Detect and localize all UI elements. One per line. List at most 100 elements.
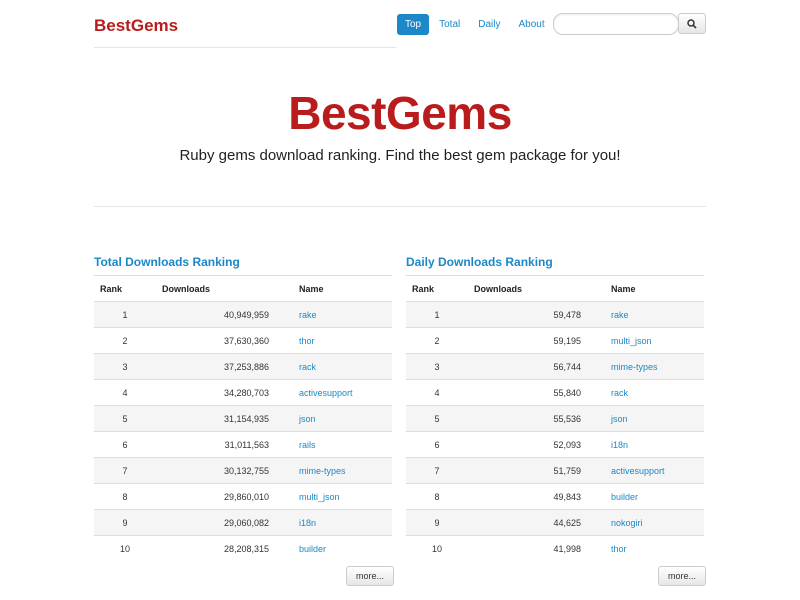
table-header-row: Rank Downloads Name xyxy=(94,275,392,302)
downloads-cell: 59,195 xyxy=(468,327,611,354)
rank-cell: 8 xyxy=(406,483,468,510)
downloads-cell: 55,536 xyxy=(468,405,611,432)
total-ranking-body: 1 40,949,959 rake 2 37,630,360 thor 3 37,253,88… xyxy=(94,301,392,561)
gem-name-link[interactable]: i18n xyxy=(611,431,704,458)
rank-cell: 7 xyxy=(406,457,468,484)
gem-name-link[interactable]: i18n xyxy=(299,509,392,536)
table-row: 7 51,759 activesupport xyxy=(406,457,704,484)
table-header-row: Rank Downloads Name xyxy=(406,275,704,302)
gem-name-link[interactable]: builder xyxy=(611,483,704,510)
rank-cell: 3 xyxy=(406,353,468,380)
header-divider xyxy=(94,47,396,48)
rank-cell: 2 xyxy=(406,327,468,354)
downloads-cell: 41,998 xyxy=(468,535,611,561)
downloads-cell: 49,843 xyxy=(468,483,611,510)
gem-name-link[interactable]: activesupport xyxy=(611,457,704,484)
rank-cell: 9 xyxy=(94,509,156,536)
downloads-cell: 44,625 xyxy=(468,509,611,536)
daily-ranking-title: Daily Downloads Ranking xyxy=(406,255,553,269)
gem-name-link[interactable]: rake xyxy=(299,301,392,328)
total-more-button[interactable]: more... xyxy=(346,566,394,586)
rank-cell: 5 xyxy=(406,405,468,432)
table-row: 9 29,060,082 i18n xyxy=(94,509,392,536)
top-nav: Top Total Daily About xyxy=(397,14,555,35)
rank-cell: 10 xyxy=(94,535,156,561)
daily-ranking-panel: Daily Downloads Ranking Rank Downloads N… xyxy=(406,253,704,561)
gem-name-link[interactable]: thor xyxy=(611,535,704,561)
table-row: 10 41,998 thor xyxy=(406,535,704,561)
table-row: 5 55,536 json xyxy=(406,405,704,432)
downloads-cell: 55,840 xyxy=(468,379,611,406)
table-row: 10 28,208,315 builder xyxy=(94,535,392,561)
gem-name-link[interactable]: activesupport xyxy=(299,379,392,406)
downloads-cell: 29,060,082 xyxy=(156,509,299,536)
gem-name-link[interactable]: rack xyxy=(299,353,392,380)
downloads-cell: 37,630,360 xyxy=(156,327,299,354)
nav-daily[interactable]: Daily xyxy=(470,14,508,35)
rank-cell: 6 xyxy=(406,431,468,458)
brand-logo[interactable]: BestGems xyxy=(94,16,178,36)
hero-divider xyxy=(94,206,706,207)
rank-cell: 8 xyxy=(94,483,156,510)
hero-title: BestGems xyxy=(288,87,512,139)
gem-name-link[interactable]: multi_json xyxy=(611,327,704,354)
nav-about[interactable]: About xyxy=(510,14,552,35)
column-header-name: Name xyxy=(611,275,704,302)
gem-name-link[interactable]: mime-types xyxy=(299,457,392,484)
table-row: 4 55,840 rack xyxy=(406,379,704,406)
gem-name-link[interactable]: thor xyxy=(299,327,392,354)
rank-cell: 6 xyxy=(94,431,156,458)
nav-top[interactable]: Top xyxy=(397,14,430,35)
column-header-rank: Rank xyxy=(406,275,468,302)
column-header-downloads: Downloads xyxy=(468,275,611,302)
gem-name-link[interactable]: json xyxy=(299,405,392,432)
rank-cell: 7 xyxy=(94,457,156,484)
gem-name-link[interactable]: builder xyxy=(299,535,392,561)
rank-cell: 2 xyxy=(94,327,156,354)
table-row: 1 40,949,959 rake xyxy=(94,301,392,328)
downloads-cell: 40,949,959 xyxy=(156,301,299,328)
page: BestGems Top Total Daily About BestGems … xyxy=(94,0,706,600)
search-icon xyxy=(687,18,697,29)
gem-name-link[interactable]: rails xyxy=(299,431,392,458)
table-row: 3 37,253,886 rack xyxy=(94,353,392,380)
table-row: 2 59,195 multi_json xyxy=(406,327,704,354)
total-ranking-table: Rank Downloads Name 1 40,949,959 rake 2 37,6… xyxy=(94,275,392,561)
downloads-cell: 30,132,755 xyxy=(156,457,299,484)
rank-cell: 5 xyxy=(94,405,156,432)
rank-cell: 9 xyxy=(406,509,468,536)
table-row: 1 59,478 rake xyxy=(406,301,704,328)
gem-name-link[interactable]: multi_json xyxy=(299,483,392,510)
daily-ranking-table: Rank Downloads Name 1 59,478 rake 2 59,195 mu… xyxy=(406,275,704,561)
gem-name-link[interactable]: json xyxy=(611,405,704,432)
downloads-cell: 56,744 xyxy=(468,353,611,380)
rank-cell: 1 xyxy=(94,301,156,328)
rank-cell: 10 xyxy=(406,535,468,561)
downloads-cell: 34,280,703 xyxy=(156,379,299,406)
hero-subtitle: Ruby gems download ranking. Find the bes… xyxy=(179,147,621,164)
gem-name-link[interactable]: rake xyxy=(611,301,704,328)
rank-cell: 1 xyxy=(406,301,468,328)
downloads-cell: 29,860,010 xyxy=(156,483,299,510)
gem-name-link[interactable]: nokogiri xyxy=(611,509,704,536)
table-row: 8 49,843 builder xyxy=(406,483,704,510)
downloads-cell: 31,011,563 xyxy=(156,431,299,458)
gem-name-link[interactable]: rack xyxy=(611,379,704,406)
daily-more-button[interactable]: more... xyxy=(658,566,706,586)
column-header-name: Name xyxy=(299,275,392,302)
table-row: 9 44,625 nokogiri xyxy=(406,509,704,536)
column-header-downloads: Downloads xyxy=(156,275,299,302)
gem-name-link[interactable]: mime-types xyxy=(611,353,704,380)
total-ranking-title: Total Downloads Ranking xyxy=(94,255,240,269)
daily-ranking-body: 1 59,478 rake 2 59,195 multi_json 3 56,744 mime-… xyxy=(406,301,704,561)
downloads-cell: 51,759 xyxy=(468,457,611,484)
downloads-cell: 52,093 xyxy=(468,431,611,458)
table-row: 2 37,630,360 thor xyxy=(94,327,392,354)
table-row: 8 29,860,010 multi_json xyxy=(94,483,392,510)
search-input[interactable] xyxy=(553,13,679,35)
table-row: 5 31,154,935 json xyxy=(94,405,392,432)
downloads-cell: 28,208,315 xyxy=(156,535,299,561)
nav-total[interactable]: Total xyxy=(431,14,468,35)
table-row: 6 52,093 i18n xyxy=(406,431,704,458)
search-button[interactable] xyxy=(678,13,706,34)
